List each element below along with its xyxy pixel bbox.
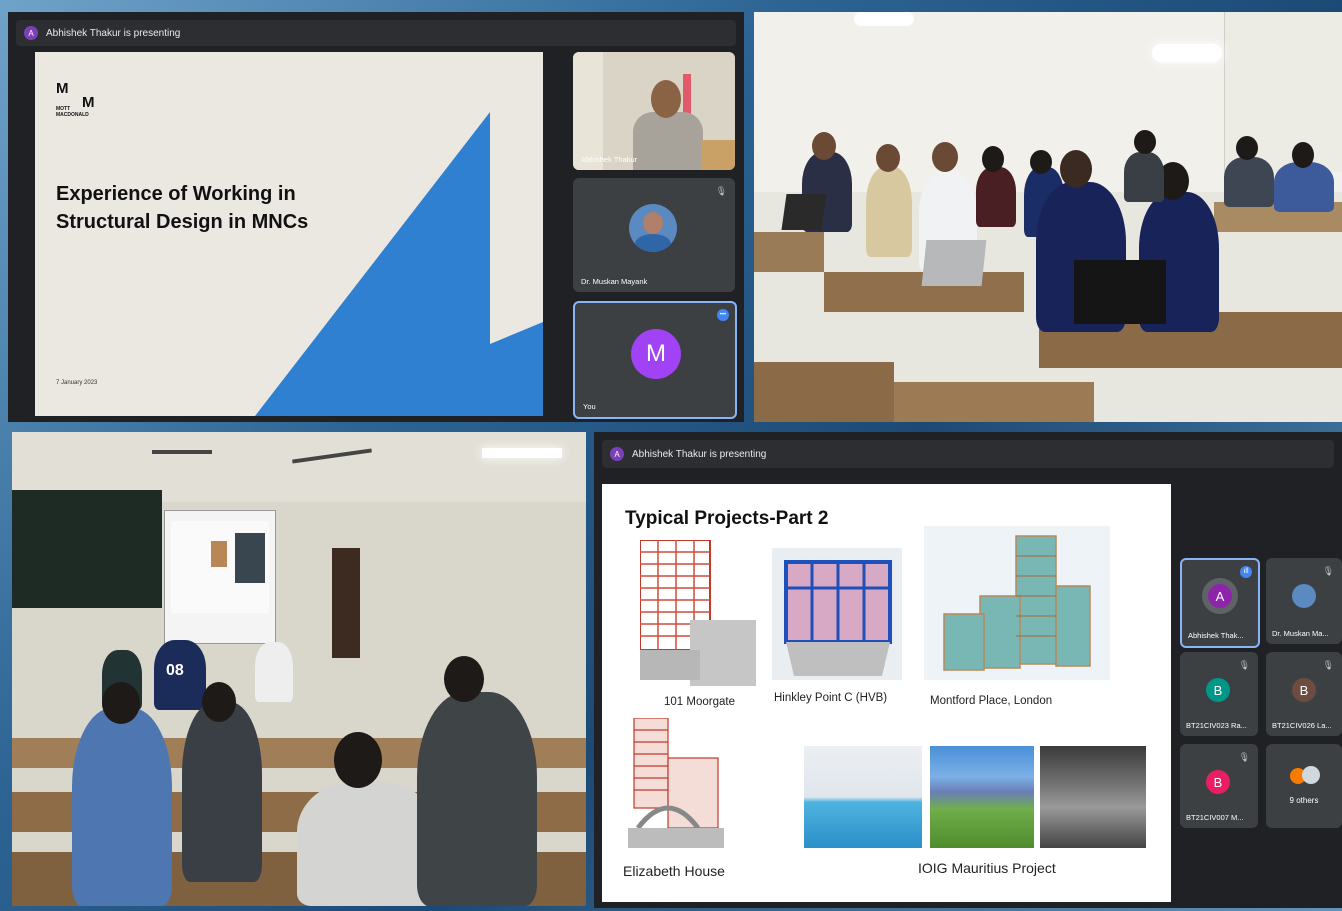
participant-tile[interactable]: 🎙︎ B BT21CIV023 Ra... bbox=[1180, 652, 1258, 736]
participant-name: Dr. Muskan Mayank bbox=[581, 277, 648, 286]
door bbox=[332, 548, 360, 658]
ceiling-light bbox=[854, 12, 914, 26]
speaking-indicator-icon: ıll bbox=[1240, 566, 1252, 578]
participant-name: You bbox=[583, 402, 596, 411]
participant-tile-camera[interactable]: Abhishek Thakur bbox=[573, 52, 735, 170]
classroom-photo-projector: 08 bbox=[12, 432, 586, 906]
mic-off-icon: 🎙︎ bbox=[715, 186, 727, 196]
self-avatar: M bbox=[631, 329, 681, 379]
presenting-bar: A Abhishek Thakur is presenting bbox=[602, 440, 1334, 468]
profile-photo bbox=[629, 204, 677, 252]
participant-tile[interactable]: 🎙︎ B BT21CIV026 La... bbox=[1266, 652, 1342, 736]
presenting-label: Abhishek Thakur is presenting bbox=[46, 27, 181, 39]
blackboard bbox=[12, 490, 162, 608]
caption-ioig-mauritius: IOIG Mauritius Project bbox=[918, 860, 1056, 876]
participant-avatar: B bbox=[1206, 770, 1230, 794]
participant-avatar: B bbox=[1206, 678, 1230, 702]
participant-tile[interactable]: 🎙︎ Dr. Muskan Mayank bbox=[573, 178, 735, 292]
laptop bbox=[1074, 260, 1166, 324]
participant-avatar: A bbox=[1208, 584, 1232, 608]
speaking-indicator-icon: ••• bbox=[717, 309, 729, 321]
laptop bbox=[781, 194, 827, 230]
caption-101-moorgate: 101 Moorgate bbox=[664, 696, 735, 708]
others-count: 9 others bbox=[1289, 796, 1319, 805]
participant-avatar: B bbox=[1292, 678, 1316, 702]
jersey-number: 08 bbox=[166, 662, 184, 679]
mic-off-icon: 🎙︎ bbox=[1322, 660, 1334, 670]
caption-elizabeth-house: Elizabeth House bbox=[623, 863, 725, 879]
participant-name: BT21CIV026 La... bbox=[1272, 721, 1332, 730]
participant-name: Abhishek Thakur bbox=[581, 155, 638, 164]
mic-off-icon: 🎙︎ bbox=[1238, 752, 1250, 762]
blue-triangle-graphic bbox=[255, 112, 543, 416]
classroom-photo-students bbox=[754, 12, 1342, 422]
presenting-label: Abhishek Thakur is presenting bbox=[632, 448, 767, 460]
meet-window-bottom: A Abhishek Thakur is presenting Typical … bbox=[594, 432, 1342, 908]
others-tile[interactable]: 9 others bbox=[1266, 744, 1342, 828]
meet-window-top: A Abhishek Thakur is presenting M M MOTT… bbox=[8, 12, 744, 422]
ceiling-fan bbox=[152, 450, 212, 454]
projection-screen bbox=[164, 510, 276, 644]
building-render-montford bbox=[924, 526, 1110, 680]
caption-hinkley-point: Hinkley Point C (HVB) bbox=[774, 692, 888, 704]
participant-name: Abhishek Thak... bbox=[1188, 631, 1244, 640]
photo-stadium bbox=[930, 746, 1034, 848]
photo-indoor-arena bbox=[1040, 746, 1146, 848]
participant-tile-self[interactable]: ••• M You bbox=[573, 301, 737, 419]
participant-name: BT21CIV007 M... bbox=[1186, 813, 1244, 822]
participant-name: BT21CIV023 Ra... bbox=[1186, 721, 1247, 730]
tube-light bbox=[482, 448, 562, 458]
participant-tile[interactable]: 🎙︎ B BT21CIV007 M... bbox=[1180, 744, 1258, 828]
caption-montford-place: Montford Place, London bbox=[930, 695, 1053, 707]
participant-tile[interactable]: 🎙︎ Dr. Muskan Ma... bbox=[1266, 558, 1342, 644]
mic-off-icon: 🎙︎ bbox=[1322, 566, 1334, 576]
participant-name: Dr. Muskan Ma... bbox=[1272, 629, 1329, 638]
others-avatar-stack bbox=[1290, 766, 1324, 786]
photo-swimming-pool bbox=[804, 746, 922, 848]
participant-tile-presenter[interactable]: ıll A Abhishek Thak... bbox=[1180, 558, 1260, 648]
building-render-hinkley bbox=[772, 548, 902, 680]
presenting-bar: A Abhishek Thakur is presenting bbox=[16, 20, 736, 46]
profile-photo bbox=[1292, 584, 1316, 608]
presentation-slide: M M MOTT MACDONALD Experience of Working… bbox=[35, 52, 543, 416]
building-render-elizabeth-house bbox=[628, 718, 724, 848]
presentation-slide: Typical Projects-Part 2 101 Moorgate Hin… bbox=[602, 484, 1171, 902]
building-render-moorgate bbox=[640, 540, 756, 686]
presenter-avatar: A bbox=[610, 447, 624, 461]
slide-title: Typical Projects-Part 2 bbox=[625, 508, 829, 529]
presenter-avatar: A bbox=[24, 26, 38, 40]
laptop bbox=[921, 240, 987, 286]
mic-off-icon: 🎙︎ bbox=[1238, 660, 1250, 670]
ceiling-light bbox=[1152, 44, 1222, 62]
